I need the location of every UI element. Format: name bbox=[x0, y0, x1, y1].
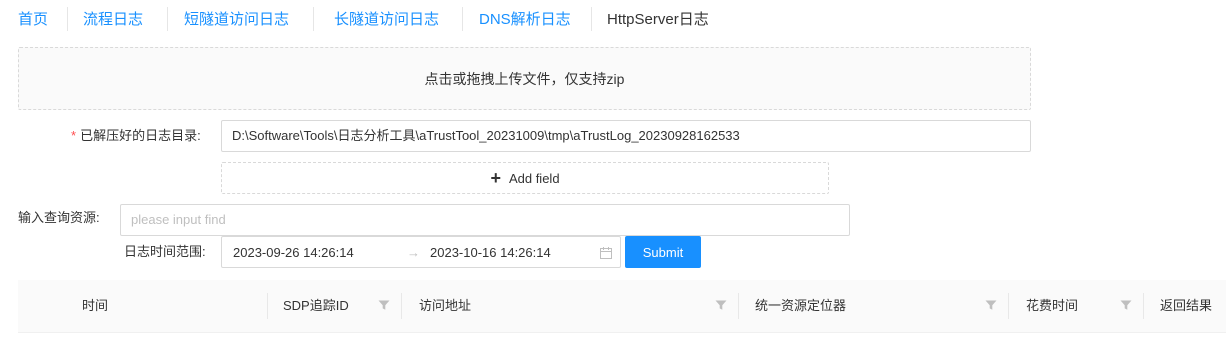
upload-hint: 点击或拖拽上传文件，仅支持zip bbox=[424, 70, 625, 87]
required-mark: * bbox=[71, 128, 77, 143]
table-header: 时间 SDP追踪ID 访问地址 统一资源定位器 花费时间 返回结果 bbox=[18, 280, 1226, 333]
add-field-label: Add field bbox=[508, 170, 560, 186]
filter-icon[interactable] bbox=[378, 299, 390, 311]
column-divider bbox=[738, 293, 739, 319]
range-end[interactable]: 2023-10-16 14:26:14 bbox=[430, 243, 551, 263]
column-divider bbox=[401, 293, 402, 319]
dir-label-text: 已解压好的日志目录: bbox=[80, 128, 201, 143]
submit-button[interactable]: Submit bbox=[625, 236, 701, 268]
col-time: 时间 bbox=[82, 298, 109, 313]
add-field-button[interactable]: + Add field bbox=[221, 162, 829, 194]
upload-dropzone[interactable]: 点击或拖拽上传文件，仅支持zip bbox=[18, 47, 1031, 110]
calendar-icon bbox=[600, 247, 612, 259]
nav-httpserver-log[interactable]: HttpServer日志 bbox=[607, 10, 709, 30]
filter-icon[interactable] bbox=[715, 299, 727, 311]
column-divider bbox=[267, 293, 268, 319]
range-arrow-icon: → bbox=[407, 245, 420, 260]
nav-divider bbox=[313, 7, 314, 31]
query-label: 输入查询资源: bbox=[18, 210, 100, 225]
nav-short-tunnel-log[interactable]: 短隧道访问日志 bbox=[184, 10, 289, 30]
query-input[interactable]: please input find bbox=[120, 204, 850, 236]
col-sdp-trace-id: SDP追踪ID bbox=[283, 298, 349, 313]
nav-divider bbox=[591, 7, 592, 31]
filter-icon[interactable] bbox=[985, 299, 997, 311]
nav-home[interactable]: 首页 bbox=[18, 10, 48, 30]
date-range-picker[interactable]: 2023-09-26 14:26:14 → 2023-10-16 14:26:1… bbox=[221, 236, 621, 268]
col-access-address: 访问地址 bbox=[419, 298, 472, 313]
plus-icon: + bbox=[490, 168, 501, 188]
nav-long-tunnel-log[interactable]: 长隧道访问日志 bbox=[334, 10, 439, 30]
range-start[interactable]: 2023-09-26 14:26:14 bbox=[233, 243, 354, 263]
dir-label: * 已解压好的日志目录: bbox=[71, 126, 201, 146]
range-label: 日志时间范围: bbox=[124, 244, 206, 259]
nav-divider bbox=[67, 7, 68, 31]
col-url: 统一资源定位器 bbox=[755, 298, 847, 313]
filter-icon[interactable] bbox=[1120, 299, 1132, 311]
nav-dns-log[interactable]: DNS解析日志 bbox=[479, 10, 571, 30]
log-type-nav: 首页 流程日志 短隧道访问日志 长隧道访问日志 DNS解析日志 HttpServ… bbox=[0, 0, 1226, 38]
col-elapsed-time: 花费时间 bbox=[1026, 298, 1079, 313]
col-result: 返回结果 bbox=[1160, 298, 1213, 313]
nav-divider bbox=[462, 7, 463, 31]
column-divider bbox=[1143, 293, 1144, 319]
dir-input[interactable]: D:\Software\Tools\日志分析工具\aTrustTool_2023… bbox=[221, 120, 1031, 152]
column-divider bbox=[1008, 293, 1009, 319]
nav-divider bbox=[167, 7, 168, 31]
nav-flow-log[interactable]: 流程日志 bbox=[83, 10, 143, 30]
